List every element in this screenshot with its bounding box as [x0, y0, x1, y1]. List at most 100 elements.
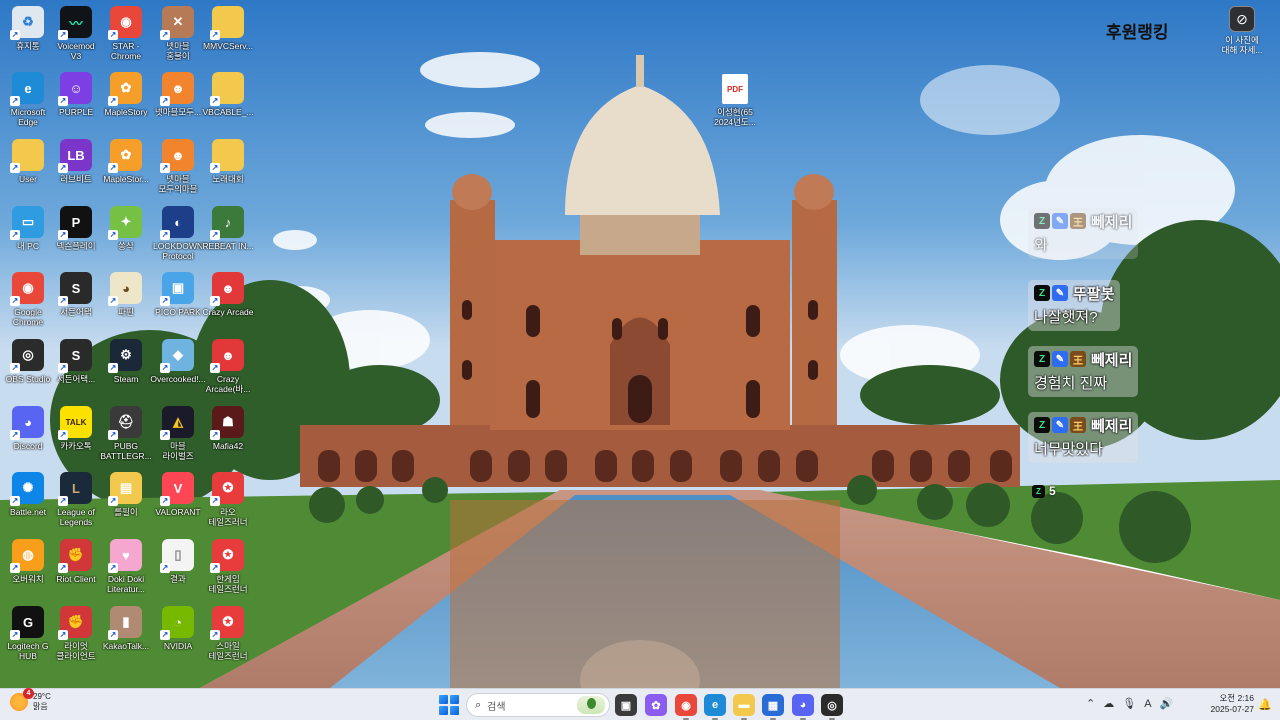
desktop-shortcut[interactable]: ◕ ↗ 파핀 [98, 268, 154, 332]
desktop-shortcut[interactable]: ⚙ ↗ Steam [98, 335, 154, 399]
weather-widget[interactable]: 4 29°C 맑음 [10, 688, 51, 712]
weather-temperature: 29°C [33, 692, 51, 701]
chrome-taskbar-icon[interactable]: ◉ [675, 694, 697, 720]
learn-about-picture-shortcut[interactable]: ⊘ 이 사진에 대해 자세... [1214, 6, 1270, 55]
desktop-shortcut[interactable]: ☗ ↗ Mafia42 [200, 402, 256, 466]
edge-icon: e ↗ [10, 72, 44, 106]
desktop-shortcut[interactable]: ✪ ↗ 한게임 테일즈런너 [200, 535, 256, 599]
task-view-icon[interactable]: ▣ [615, 694, 637, 716]
volume-icon[interactable]: 🔊 [1160, 697, 1174, 710]
desktop-shortcut-label: Crazy Arcade [202, 307, 254, 317]
desktop-shortcut-label-line2: Legends [59, 517, 93, 527]
desktop-shortcut[interactable]: ◭ ↗ 마블 라이벌즈 [150, 402, 206, 466]
desktop-shortcut[interactable]: ☻ ↗ 넷마블 모두의마블 [150, 135, 206, 199]
desktop-shortcut[interactable]: S ↗ 서든어택... [48, 335, 104, 399]
desktop-shortcut-label-line2: Chrome [110, 51, 142, 61]
pdf-file-shortcut[interactable]: PDF 이성현(65 2024년도... [707, 70, 763, 134]
shortcut-arrow-icon: ↗ [160, 30, 170, 40]
overwatch-icon: ◍ ↗ [10, 539, 44, 573]
start-button[interactable] [439, 695, 459, 715]
desktop-shortcut[interactable]: ▤ ↗ 롤필이 [98, 468, 154, 532]
desktop-shortcut[interactable]: ✦ ↗ 쏭삭 [98, 202, 154, 266]
notification-bell-icon[interactable]: 🔔 [1258, 698, 1272, 711]
desktop-shortcut[interactable]: ◉ ↗ STAR - Chrome [98, 2, 154, 66]
pdf-file-label: 이성현(65 [717, 107, 753, 117]
desktop-shortcut[interactable]: ☻ ↗ Crazy Arcade(바... [200, 335, 256, 399]
desktop-shortcut-label: 라오 [220, 507, 236, 517]
chat-message: Z ✎ 王 뻬제리 와 [1028, 208, 1139, 259]
copilot-icon[interactable]: ✿ [645, 694, 667, 716]
pen-badge-icon: ✎ [1052, 213, 1068, 229]
microphone-icon[interactable]: 🎙 [1122, 697, 1136, 710]
desktop-shortcut[interactable]: ☻ ↗ 넷마블모두... [150, 68, 206, 132]
desktop-shortcut[interactable]: ✿ ↗ MapleStory [98, 68, 154, 132]
shortcut-arrow-icon: ↗ [10, 163, 20, 173]
desktop-shortcut[interactable]: ◐ ↗ LOCKDOWN Protocol [150, 202, 206, 266]
desktop-shortcut[interactable]: ↗ VBCABLE_... [200, 68, 256, 132]
shortcut-arrow-icon: ↗ [108, 496, 118, 506]
input-language-icon[interactable]: A [1144, 698, 1151, 710]
donation-ranking-title: 후원랭킹 [1106, 23, 1169, 42]
desktop-shortcut[interactable]: S ↗ 서든어택 [48, 268, 104, 332]
desktop-shortcut-label: 한게임 [216, 574, 240, 584]
desktop-shortcut-label: STAR - [112, 41, 140, 51]
obs-taskbar-icon[interactable]: ◎ [821, 694, 843, 720]
desktop-shortcut-label: 파핀 [118, 307, 134, 317]
chat-message-header: Z ✎ 王 뻬제리 [1034, 415, 1132, 435]
doki-doki-icon: ♥ ↗ [108, 539, 142, 573]
mafia42-icon: ☗ ↗ [210, 406, 244, 440]
desktop-shortcut[interactable]: ☺ ↗ PURPLE [48, 68, 104, 132]
show-hidden-icons-chevron-icon[interactable]: ⌃ [1086, 697, 1095, 710]
desktop-shortcut[interactable]: ♥ ↗ Doki Doki Literatur... [98, 535, 154, 599]
discord-taskbar-icon[interactable]: ◕ [792, 694, 814, 720]
learn-about-picture-label: 이 사진에 대해 자세... [1222, 35, 1263, 55]
shortcut-arrow-icon: ↗ [58, 30, 68, 40]
shortcut-arrow-icon: ↗ [108, 363, 118, 373]
desktop-shortcut-label-line2: BATTLEGR... [100, 451, 152, 461]
onedrive-icon[interactable]: ☁ [1103, 697, 1114, 710]
desktop-shortcut[interactable]: ✪ ↗ 스마일 테일즈런너 [200, 602, 256, 666]
taskbar-clock[interactable]: 오전 2:16 2025-07-27 [1206, 693, 1254, 715]
edge-taskbar-icon[interactable]: e [704, 694, 726, 720]
desktop-shortcut[interactable]: P ↗ 넥슨플레이 [48, 202, 104, 266]
desktop-shortcut[interactable]: ✊ ↗ 라이엇 클라이언트 [48, 602, 104, 666]
desktop-shortcut[interactable]: ✿ ↗ MapleStor... [98, 135, 154, 199]
shortcut-arrow-icon: ↗ [160, 296, 170, 306]
shortcut-arrow-icon: ↗ [58, 496, 68, 506]
desktop-shortcut[interactable]: ☻ ↗ Crazy Arcade [200, 268, 256, 332]
desktop-shortcut-label: 쏭삭 [118, 241, 134, 251]
game-icon: ◕ ↗ [108, 272, 142, 306]
desktop-shortcut[interactable]: ↗ 노래대회 [200, 135, 256, 199]
microsoft-store-icon[interactable]: ▦ [762, 694, 784, 720]
desktop-shortcut[interactable]: ▣ ↗ PICO PARK [150, 268, 206, 332]
learn-about-picture-label-line2: 대해 자세... [1221, 45, 1263, 55]
desktop-shortcut[interactable]: ✕ ↗ 넷마블 홈불이 [150, 2, 206, 66]
desktop-shortcut[interactable]: LB ↗ 러브비트 [48, 135, 104, 199]
talesrunner-icon: ✪ ↗ [210, 606, 244, 640]
chat-message: Z ✎ 王 뻬제리너무맛있다 [1028, 412, 1139, 463]
desktop-shortcut[interactable]: ♪ ↗ REBEAT IN... [200, 202, 256, 266]
shortcut-arrow-icon: ↗ [10, 630, 20, 640]
file-explorer-icon[interactable]: ▬ [733, 694, 755, 720]
taskbar: 4 29°C 맑음 ⌕ 검색 ▣ ✿ ◉ e ▬ ▦ ◕ ◎ ⌃ ☁ 🎙 A 🔊 오전 2:16 20… [0, 688, 1280, 720]
recycle-bin-icon: ♻ ↗ [10, 6, 44, 40]
taskbar-search-box[interactable]: ⌕ 검색 [466, 693, 610, 717]
desktop-shortcut[interactable]: ⛑ ↗ PUBG BATTLEGR... [98, 402, 154, 466]
chat-message-text: 나잘햇져? [1034, 309, 1098, 326]
shortcut-arrow-icon: ↗ [210, 230, 220, 240]
desktop-shortcut[interactable]: L ↗ League of Legends [48, 468, 104, 532]
desktop-shortcut-label: Steam [113, 374, 139, 384]
shortcut-arrow-icon: ↗ [58, 96, 68, 106]
folder-icon: ▤ ↗ [108, 472, 142, 506]
pen-badge-icon: ✎ [1052, 417, 1068, 433]
shortcut-arrow-icon: ↗ [210, 163, 220, 173]
chat-message-text: 와 [1034, 237, 1048, 254]
shortcut-arrow-icon: ↗ [10, 563, 20, 573]
chat-message-text: 너무맛있다 [1034, 441, 1104, 458]
desktop-shortcut[interactable]: ↗ MMVCServ... [200, 2, 256, 66]
shortcut-arrow-icon: ↗ [160, 163, 170, 173]
shortcut-arrow-icon: ↗ [160, 630, 170, 640]
desktop-shortcut[interactable]: ▮ ↗ KakaoTalk... [98, 602, 154, 666]
desktop-shortcut[interactable]: ✪ ↗ 라오 테일즈러너 [200, 468, 256, 532]
viewer-badge-icon: Z [1032, 484, 1045, 498]
